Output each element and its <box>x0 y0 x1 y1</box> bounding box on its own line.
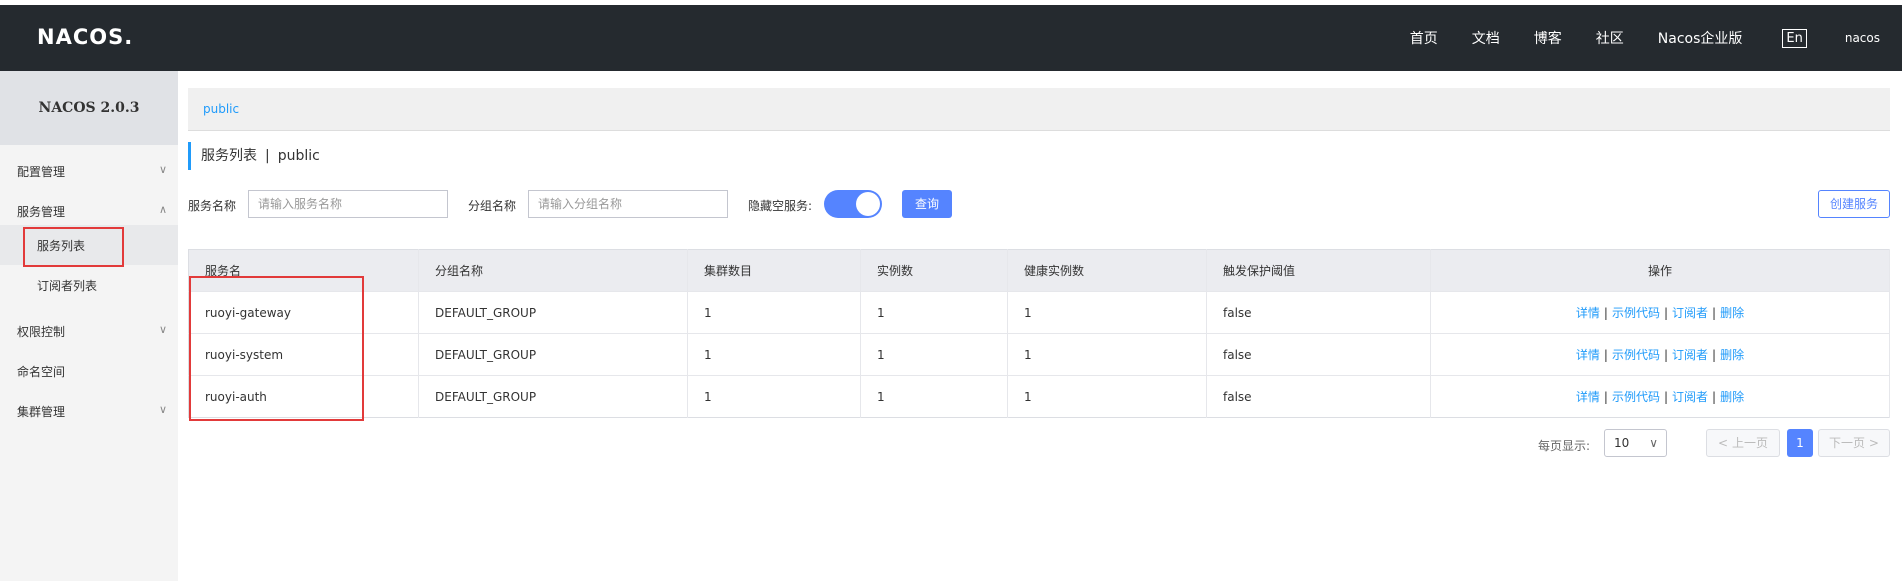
sidebar-item-subscriber-list[interactable]: 订阅者列表 <box>37 277 97 294</box>
namespace-bar: public <box>188 88 1890 131</box>
highlight-box-service-names <box>189 276 364 421</box>
cell-healthy: 1 <box>1007 333 1207 376</box>
service-table: 服务名 分组名称 集群数目 实例数 健康实例数 触发保护阈值 操作 ruoyi-… <box>188 249 1890 418</box>
sidebar-version-title: NACOS 2.0.3 <box>0 71 178 145</box>
chevron-down-icon: ∨ <box>158 163 167 176</box>
sidebar-item-label: 权限控制 <box>17 325 66 339</box>
delete-link[interactable]: 删除 <box>1720 306 1744 320</box>
sample-code-link[interactable]: 示例代码 <box>1612 348 1660 362</box>
cell-group: DEFAULT_GROUP <box>418 291 688 334</box>
sidebar-item-auth[interactable]: 权限控制 ∨ <box>17 323 167 340</box>
page-title-text: 服务列表 <box>201 148 257 164</box>
sidebar-item-label: 命名空间 <box>17 365 66 379</box>
sample-code-link[interactable]: 示例代码 <box>1612 306 1660 320</box>
sidebar-item-label: 服务管理 <box>17 205 66 219</box>
cell-threshold: false <box>1206 333 1431 376</box>
table-row: ruoyi-system DEFAULT_GROUP 1 1 1 false 详… <box>188 333 1890 376</box>
col-healthy-count: 健康实例数 <box>1007 249 1207 292</box>
page-title: 服务列表 | public <box>188 142 320 170</box>
sidebar-item-config[interactable]: 配置管理 ∨ <box>17 163 167 180</box>
group-name-label: 分组名称 <box>468 199 517 213</box>
cell-clusters: 1 <box>687 333 861 376</box>
chevron-down-icon: ∨ <box>158 323 167 336</box>
create-service-button[interactable]: 创建服务 <box>1818 190 1890 218</box>
language-switch[interactable]: En <box>1782 28 1807 48</box>
namespace-tab-public[interactable]: public <box>203 102 239 116</box>
page-title-namespace: public <box>277 148 320 164</box>
subscriber-link[interactable]: 订阅者 <box>1672 348 1708 362</box>
cell-threshold: false <box>1206 375 1431 418</box>
delete-link[interactable]: 删除 <box>1720 348 1744 362</box>
next-page-label: 下一页 <box>1829 436 1866 450</box>
user-menu[interactable]: nacos <box>1845 31 1880 45</box>
sidebar: NACOS 2.0.3 配置管理 ∨ 服务管理 ∧ 服务列表 订阅者列表 权限控… <box>0 71 178 581</box>
title-separator: | <box>265 148 270 164</box>
col-instance-count: 实例数 <box>860 249 1008 292</box>
sidebar-item-cluster[interactable]: 集群管理 ∨ <box>17 403 167 420</box>
delete-link[interactable]: 删除 <box>1720 390 1744 404</box>
nav-blog[interactable]: 博客 <box>1534 28 1562 48</box>
subscriber-link[interactable]: 订阅者 <box>1672 306 1708 320</box>
cell-instances: 1 <box>860 375 1008 418</box>
chevron-right-icon: > <box>1868 436 1879 450</box>
cell-group: DEFAULT_GROUP <box>418 333 688 376</box>
nacos-logo[interactable]: NACOS. <box>37 25 133 49</box>
cell-healthy: 1 <box>1007 291 1207 334</box>
cell-instances: 1 <box>860 333 1008 376</box>
sidebar-item-namespace[interactable]: 命名空间 <box>17 363 167 380</box>
chevron-left-icon: < <box>1718 436 1729 450</box>
service-name-input[interactable]: 请输入服务名称 <box>248 190 448 218</box>
cell-clusters: 1 <box>687 375 861 418</box>
table-header-row: 服务名 分组名称 集群数目 实例数 健康实例数 触发保护阈值 操作 <box>188 249 1890 292</box>
detail-link[interactable]: 详情 <box>1576 390 1600 404</box>
hide-empty-label: 隐藏空服务: <box>748 199 813 213</box>
service-name-label: 服务名称 <box>188 199 237 213</box>
nav-enterprise[interactable]: Nacos企业版 <box>1658 28 1743 48</box>
col-cluster-count: 集群数目 <box>687 249 861 292</box>
hide-empty-toggle[interactable] <box>824 190 882 218</box>
group-name-input[interactable]: 请输入分组名称 <box>528 190 728 218</box>
query-button[interactable]: 查询 <box>902 190 952 218</box>
next-page-button[interactable]: 下一页 > <box>1818 429 1890 457</box>
sample-code-link[interactable]: 示例代码 <box>1612 390 1660 404</box>
cell-healthy: 1 <box>1007 375 1207 418</box>
cell-threshold: false <box>1206 291 1431 334</box>
page-size-label: 每页显示: <box>1538 439 1591 453</box>
cell-instances: 1 <box>860 291 1008 334</box>
prev-page-button[interactable]: < 上一页 <box>1706 429 1780 457</box>
prev-page-label: 上一页 <box>1731 436 1768 450</box>
sidebar-item-service[interactable]: 服务管理 ∧ <box>17 203 167 220</box>
chevron-down-icon: ∨ <box>1649 436 1658 450</box>
chevron-down-icon: ∨ <box>158 403 167 416</box>
page-size-value: 10 <box>1614 436 1630 450</box>
col-protect-threshold: 触发保护阈值 <box>1206 249 1431 292</box>
chevron-up-icon: ∧ <box>158 203 167 216</box>
cell-clusters: 1 <box>687 291 861 334</box>
top-nav: 首页 文档 博客 社区 Nacos企业版 En nacos <box>1376 5 1880 71</box>
cell-operations: 详情 | 示例代码 | 订阅者 | 删除 <box>1430 333 1890 376</box>
nav-community[interactable]: 社区 <box>1596 28 1624 48</box>
toggle-knob <box>856 192 880 216</box>
nav-docs[interactable]: 文档 <box>1472 28 1500 48</box>
page-size-select[interactable]: 10 ∨ <box>1604 429 1667 457</box>
nav-home[interactable]: 首页 <box>1410 28 1438 48</box>
sidebar-item-label: 集群管理 <box>17 405 66 419</box>
cell-group: DEFAULT_GROUP <box>418 375 688 418</box>
subscriber-link[interactable]: 订阅者 <box>1672 390 1708 404</box>
highlight-box-sidebar <box>23 227 124 267</box>
cell-operations: 详情 | 示例代码 | 订阅者 | 删除 <box>1430 291 1890 334</box>
col-group-name: 分组名称 <box>418 249 688 292</box>
page-1-button[interactable]: 1 <box>1787 429 1813 457</box>
top-navbar: NACOS. 首页 文档 博客 社区 Nacos企业版 En nacos <box>0 5 1902 71</box>
cell-operations: 详情 | 示例代码 | 订阅者 | 删除 <box>1430 375 1890 418</box>
sidebar-item-label: 配置管理 <box>17 165 66 179</box>
table-row: ruoyi-auth DEFAULT_GROUP 1 1 1 false 详情 |… <box>188 375 1890 418</box>
table-row: ruoyi-gateway DEFAULT_GROUP 1 1 1 false … <box>188 291 1890 334</box>
detail-link[interactable]: 详情 <box>1576 306 1600 320</box>
detail-link[interactable]: 详情 <box>1576 348 1600 362</box>
col-operations: 操作 <box>1430 249 1890 292</box>
